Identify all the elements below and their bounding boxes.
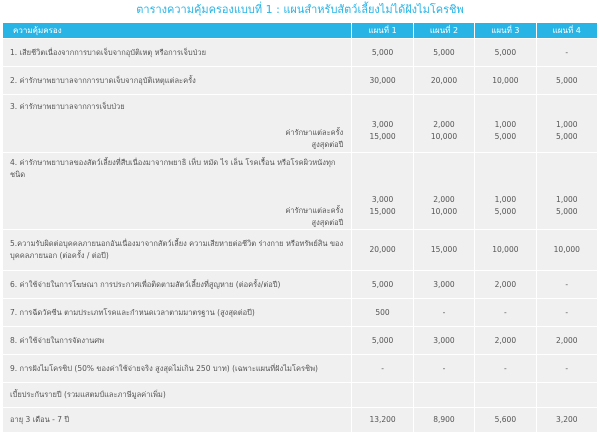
plan-3-header: แผนที่ 3: [475, 23, 536, 38]
plan-4-value: -: [536, 355, 597, 382]
plan-1-value: 5,000: [352, 39, 413, 66]
table-row: 3. ค่ารักษาพยาบาลจากการเจ็บป่วย ค่ารักษา…: [3, 95, 597, 152]
plan-2-value: 20,000: [413, 67, 475, 94]
plan-3-value: 10,000: [475, 67, 536, 94]
table-row: 4. ค่ารักษาพยาบาลของสัตว์เลี้ยงที่สืบเนื…: [3, 153, 597, 229]
row-label-cell: 3. ค่ารักษาพยาบาลจากการเจ็บป่วย ค่ารักษา…: [3, 95, 352, 152]
table-row: 5.ความรับผิดต่อบุคคลภายนอกอันเนื่องมาจาก…: [3, 230, 597, 270]
sub-label-max-per-year: สูงสุดต่อปี: [311, 218, 344, 227]
row-label: 2. ค่ารักษาพยาบาลจากการบาดเจ็บจากอุบัติเ…: [3, 67, 352, 94]
plan-1-value: 30,000: [352, 67, 413, 94]
plan-1-header: แผนที่ 1: [352, 23, 413, 38]
row-label: 4. ค่ารักษาพยาบาลของสัตว์เลี้ยงที่สืบเนื…: [10, 158, 336, 179]
plan-3-value: -: [475, 355, 536, 382]
plan-4-value: -: [536, 299, 597, 326]
row-label: 6. ค่าใช้จ่ายในการโฆษณา การประกาศเพื่อติ…: [3, 271, 352, 298]
age-range-label: อายุ 3 เดือน - 7 ปี: [3, 408, 352, 432]
table-row: 6. ค่าใช้จ่ายในการโฆษณา การประกาศเพื่อติ…: [3, 271, 597, 298]
plan-4-value: -: [536, 271, 597, 298]
sub-label-per-visit: ค่ารักษาแต่ละครั้ง: [285, 127, 344, 137]
plan-2-header: แผนที่ 2: [413, 23, 475, 38]
sub-label-per-visit: ค่ารักษาแต่ละครั้ง: [285, 206, 344, 215]
plan-4-value: 2,000: [536, 327, 597, 354]
plan-3-premium: 5,600: [475, 408, 536, 432]
plan-4-value: 1,000 5,000: [536, 95, 597, 152]
coverage-header: ความคุ้มครอง: [3, 23, 352, 38]
sub-label-max-per-year: สูงสุดต่อปี: [311, 139, 344, 149]
table-row: 2. ค่ารักษาพยาบาลจากการบาดเจ็บจากอุบัติเ…: [3, 67, 597, 94]
plan-4-value: 10,000: [536, 230, 597, 270]
plan-1-value: -: [352, 355, 413, 382]
row-label: 3. ค่ารักษาพยาบาลจากการเจ็บป่วย: [10, 101, 125, 111]
plan-1-value: 3,000 15,000: [352, 153, 413, 229]
row-label: 7. การฉีดวัคซีน ตามประเภทโรคและกำหนดเวลา…: [3, 299, 352, 326]
plan-1-value: 20,000: [352, 230, 413, 270]
row-label: 9. การฝังไมโครชิป (50% ของค่าใช้จ่ายจริง…: [3, 355, 352, 382]
plan-1-value: 5,000: [352, 327, 413, 354]
plan-2-value: -: [413, 355, 475, 382]
plan-4-premium: 3,200: [536, 408, 597, 432]
coverage-table: ความคุ้มครอง แผนที่ 1 แผนที่ 2 แผนที่ 3 …: [2, 22, 598, 433]
plan-3-value: 1,000 5,000: [475, 153, 536, 229]
row-label-cell: 4. ค่ารักษาพยาบาลของสัตว์เลี้ยงที่สืบเนื…: [3, 153, 352, 229]
plan-4-value: -: [536, 39, 597, 66]
table-title: ตารางความคุ้มครองแบบที่ 1 : แผนสำหรับสัต…: [136, 3, 464, 16]
table-row: 8. ค่าใช้จ่ายในการจัดงานศพ 5,000 3,000 2…: [3, 327, 597, 354]
plan-1-value: 500: [352, 299, 413, 326]
table-row: 9. การฝังไมโครชิป (50% ของค่าใช้จ่ายจริง…: [3, 355, 597, 382]
plan-2-value: 2,000 10,000: [413, 95, 475, 152]
premium-row: อายุ 3 เดือน - 7 ปี 13,200 8,900 5,600 3…: [3, 408, 597, 432]
plan-2-value: 15,000: [413, 230, 475, 270]
plan-4-header: แผนที่ 4: [536, 23, 597, 38]
plan-2-value: 2,000 10,000: [413, 153, 475, 229]
plan-3-value: -: [475, 299, 536, 326]
row-label: 8. ค่าใช้จ่ายในการจัดงานศพ: [3, 327, 352, 354]
plan-2-value: -: [413, 299, 475, 326]
plan-3-value: 2,000: [475, 271, 536, 298]
plan-4-value: 5,000: [536, 67, 597, 94]
plan-2-value: 3,000: [413, 327, 475, 354]
premium-heading-row: เบี้ยประกันรายปี (รวมแสตมป์และภาษีมูลค่า…: [3, 383, 597, 407]
plan-3-value: 10,000: [475, 230, 536, 270]
plan-4-value: 1,000 5,000: [536, 153, 597, 229]
plan-1-value: 3,000 15,000: [352, 95, 413, 152]
row-label: 1. เสียชีวิตเนื่องจากการบาดเจ็บจากอุบัติ…: [3, 39, 352, 66]
plan-1-value: 5,000: [352, 271, 413, 298]
plan-3-value: 1,000 5,000: [475, 95, 536, 152]
plan-3-value: 2,000: [475, 327, 536, 354]
plan-3-value: 5,000: [475, 39, 536, 66]
table-row: 7. การฉีดวัคซีน ตามประเภทโรคและกำหนดเวลา…: [3, 299, 597, 326]
row-label: 5.ความรับผิดต่อบุคคลภายนอกอันเนื่องมาจาก…: [3, 230, 352, 270]
premium-heading: เบี้ยประกันรายปี (รวมแสตมป์และภาษีมูลค่า…: [3, 383, 352, 407]
header-row: ความคุ้มครอง แผนที่ 1 แผนที่ 2 แผนที่ 3 …: [3, 23, 597, 38]
plan-1-premium: 13,200: [352, 408, 413, 432]
plan-2-value: 3,000: [413, 271, 475, 298]
plan-2-premium: 8,900: [413, 408, 475, 432]
table-row: 1. เสียชีวิตเนื่องจากการบาดเจ็บจากอุบัติ…: [3, 39, 597, 66]
plan-2-value: 5,000: [413, 39, 475, 66]
